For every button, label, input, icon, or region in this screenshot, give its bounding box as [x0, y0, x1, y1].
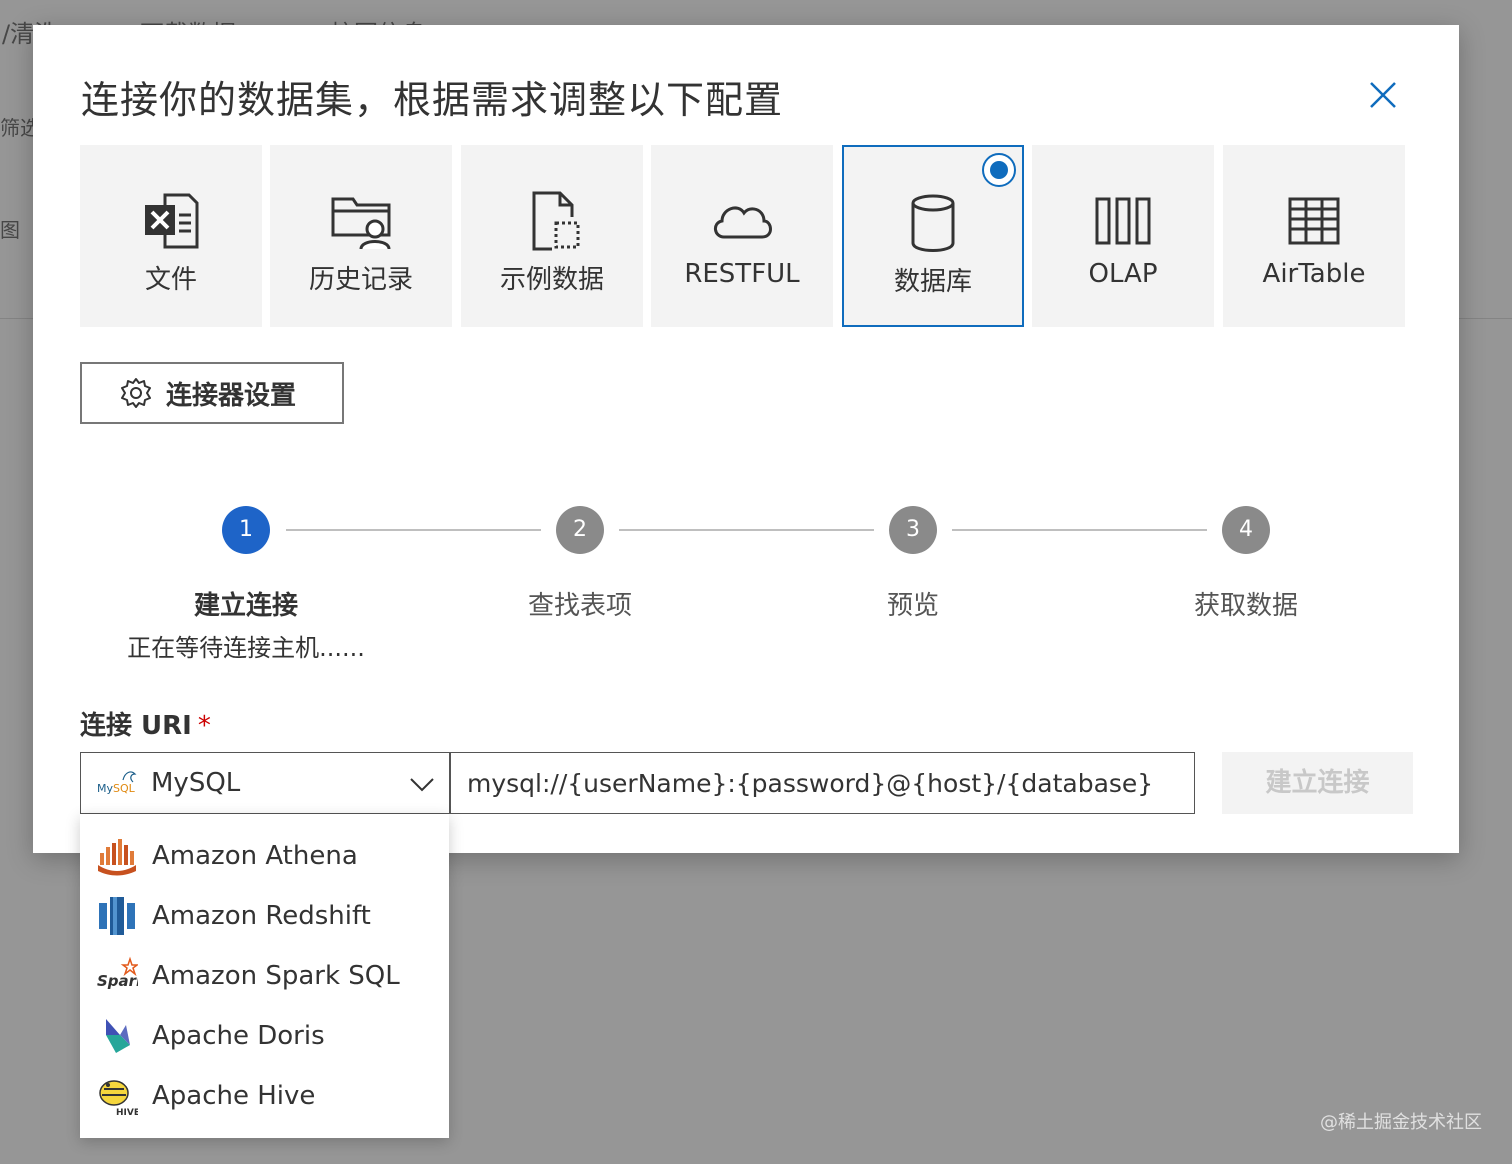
hive-icon: HIVE — [96, 1075, 140, 1118]
close-button[interactable] — [1363, 75, 1403, 115]
source-olap[interactable]: OLAP — [1032, 145, 1214, 327]
uri-input[interactable] — [450, 752, 1195, 814]
sample-file-icon — [520, 191, 584, 251]
step-4-title: 获取数据 — [1193, 591, 1298, 621]
step-3-indicator: 3 — [889, 506, 937, 554]
step-1-title: 建立连接 — [193, 591, 298, 621]
athena-icon — [96, 835, 138, 877]
connector-settings-button[interactable]: 连接器设置 — [80, 362, 344, 424]
step-3-title: 预览 — [886, 591, 939, 621]
source-label: 文件 — [144, 265, 197, 295]
source-airtable[interactable]: AirTable — [1223, 145, 1405, 327]
source-label: AirTable — [1262, 259, 1366, 289]
source-label: RESTFUL — [684, 259, 800, 289]
redshift-icon — [96, 895, 138, 937]
cloud-icon — [710, 191, 774, 251]
database-type-dropdown: Amazon Athena Amazon Redshift Spark Amaz… — [80, 814, 449, 1138]
spark-icon: Spark — [96, 955, 147, 997]
source-history[interactable]: 历史记录 — [270, 145, 452, 327]
database-type-value: MySQL — [151, 768, 241, 798]
dropdown-option-label: Amazon Redshift — [152, 901, 371, 931]
mysql-logo-icon: My SQL — [97, 771, 137, 795]
dropdown-option-label: Apache Doris — [152, 1021, 325, 1051]
step-connector — [619, 529, 874, 531]
uri-label: 连接 URI * — [80, 705, 211, 742]
source-file[interactable]: 文件 — [80, 145, 262, 327]
dropdown-option-label: Apache Hive — [152, 1081, 316, 1111]
connector-settings-label: 连接器设置 — [166, 380, 297, 411]
source-label: OLAP — [1088, 259, 1158, 289]
source-database[interactable]: 数据库 — [842, 145, 1024, 327]
step-2-indicator: 2 — [556, 506, 604, 554]
source-label: 历史记录 — [308, 265, 413, 295]
dropdown-option-label: Amazon Athena — [152, 841, 358, 871]
connect-button[interactable]: 建立连接 — [1222, 752, 1413, 814]
source-restful[interactable]: RESTFUL — [651, 145, 833, 327]
dropdown-option-label: Amazon Spark SQL — [152, 961, 400, 991]
folder-user-icon — [329, 191, 393, 251]
table-icon — [1282, 191, 1346, 251]
svg-text:SQL: SQL — [113, 782, 136, 795]
columns-icon — [1091, 191, 1155, 251]
gear-icon — [121, 378, 151, 408]
source-sample-data[interactable]: 示例数据 — [461, 145, 643, 327]
close-icon — [1370, 82, 1396, 108]
dropdown-option-spark[interactable]: Spark Amazon Spark SQL — [80, 946, 449, 1006]
chevron-down-icon — [410, 778, 434, 792]
excel-file-icon — [139, 191, 203, 251]
dropdown-option-hive[interactable]: HIVE Apache Hive — [80, 1066, 449, 1126]
watermark: @稀土掘金技术社区 — [1320, 1112, 1482, 1133]
dialog-title: 连接你的数据集，根据需求调整以下配置 — [81, 78, 784, 122]
step-connector — [286, 529, 541, 531]
database-icon — [901, 193, 965, 253]
dropdown-option-doris[interactable]: Apache Doris — [80, 1006, 449, 1066]
svg-text:My: My — [97, 782, 113, 795]
step-1-indicator: 1 — [222, 506, 270, 554]
step-2-title: 查找表项 — [527, 591, 632, 621]
svg-text:HIVE: HIVE — [116, 1108, 138, 1117]
required-mark: * — [197, 711, 211, 741]
database-type-select[interactable]: My SQL MySQL — [80, 752, 450, 814]
step-connector — [952, 529, 1207, 531]
step-1-subtitle: 正在等待连接主机...... — [127, 634, 365, 662]
dropdown-option-athena[interactable]: Amazon Athena — [80, 826, 449, 886]
selected-radio-icon — [982, 153, 1016, 187]
source-label: 示例数据 — [499, 265, 604, 295]
connect-dataset-dialog: 连接你的数据集，根据需求调整以下配置 文件 历史记录 示例数据 RESTFUL … — [33, 25, 1459, 853]
source-label: 数据库 — [893, 267, 972, 297]
uri-label-text: 连接 URI — [80, 711, 192, 741]
step-4-indicator: 4 — [1222, 506, 1270, 554]
dropdown-option-redshift[interactable]: Amazon Redshift — [80, 886, 449, 946]
svg-text:Spark: Spark — [97, 972, 138, 990]
doris-icon — [96, 1015, 138, 1057]
